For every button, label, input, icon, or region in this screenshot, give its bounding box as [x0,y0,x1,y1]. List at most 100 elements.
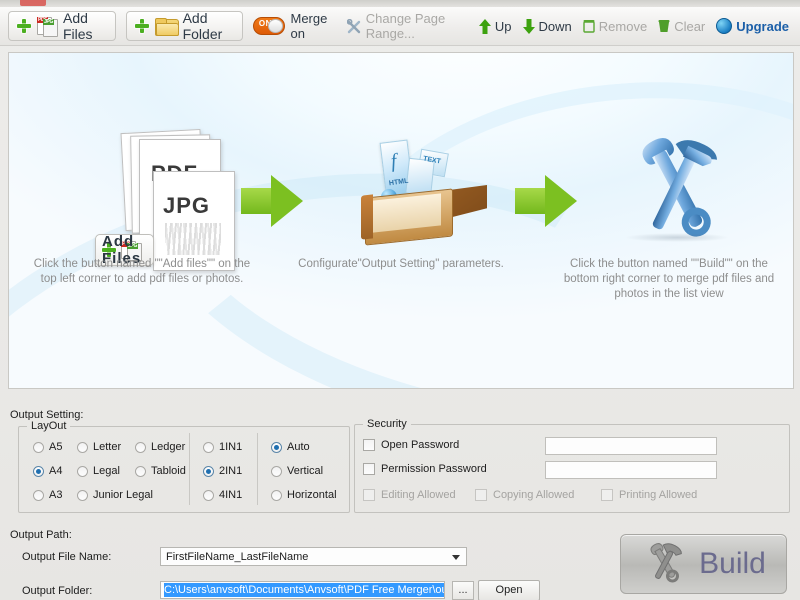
radio-indicator [135,465,146,477]
clear-label: Clear [674,18,706,34]
pdf-jpg-stack-illustration: PDF JPG PDFJPG Add Files [95,128,237,271]
radio-page-size-junior-legal[interactable]: Junior Legal [77,489,153,501]
open-password-input[interactable] [545,437,717,455]
layout-legend: LayOut [27,420,71,432]
plus-icon [17,19,31,33]
radio-page-size-ledger[interactable]: Ledger [135,441,185,453]
upgrade-label: Upgrade [736,18,789,34]
checkbox-permission-password[interactable]: Permission Password [363,463,487,475]
green-arrow-icon [241,175,303,227]
jpg-label: JPG [163,193,211,218]
radio-page-size-legal[interactable]: Legal [77,465,120,477]
radio-label: Ledger [151,441,186,453]
toggle-knob [268,19,284,33]
radio-indicator [33,465,44,477]
open-book-illustration: f TEXT HTML [361,137,491,257]
radio-label: 4IN1 [219,489,243,501]
radio-label: Legal [93,465,120,477]
layout-group: LayOut A5 Letter Ledger A4 Legal Tabloid [18,420,350,513]
add-folder-label: Add Folder [182,10,223,42]
radio-label: 1IN1 [219,441,243,453]
add-files-button[interactable]: PDF JPG Add Files [8,10,116,42]
radio-page-size-a4[interactable]: A4 [33,465,62,477]
move-up-label: Up [494,18,512,34]
trash-icon [658,19,670,33]
radio-indicator [271,465,282,477]
checkbox-indicator [601,489,613,501]
radio-label: Tabloid [151,465,186,477]
tools-illustration [617,131,737,251]
radio-indicator [203,441,214,453]
open-folder-button[interactable]: Open [478,580,540,600]
checkbox-label: Permission Password [381,463,487,475]
pdf-merger-window: PDF JPG Add Files Add Folder ON Merge on [0,0,800,600]
toolbar: PDF JPG Add Files Add Folder ON Merge on [0,7,800,46]
trash-icon [583,19,595,33]
checkbox-printing-allowed[interactable]: Printing Allowed [601,489,697,501]
add-files-label: Add Files [63,10,93,42]
radio-page-size-tabloid[interactable]: Tabloid [135,465,186,477]
radio-indicator [203,489,214,501]
radio-indicator [77,465,88,477]
clear-button[interactable]: Clear [658,19,705,34]
radio-orientation-horizontal[interactable]: Horizontal [271,489,337,501]
radio-indicator [33,441,44,453]
output-folder-input[interactable]: C:\Users\anvsoft\Documents\Anvsoft\PDF F… [160,581,445,599]
green-arrow-icon [515,175,577,227]
radio-page-size-a3[interactable]: A3 [33,489,62,501]
remove-label: Remove [598,18,648,34]
checkbox-label: Editing Allowed [381,489,456,501]
arrow-up-icon [478,18,491,34]
output-file-name-combo[interactable]: FirstFileName_LastFileName [160,547,467,566]
window-tab-fragment [20,0,46,6]
checkbox-label: Copying Allowed [493,489,575,501]
checkbox-label: Printing Allowed [619,489,698,501]
radio-page-size-letter[interactable]: Letter [77,441,121,453]
chevron-down-icon[interactable] [452,555,460,560]
move-up-button[interactable]: Up [478,18,512,34]
radio-indicator [135,441,146,453]
build-button[interactable]: Build [620,534,787,594]
move-down-button[interactable]: Down [522,18,572,34]
merge-toggle[interactable]: ON [252,17,286,35]
radio-nup-1in1[interactable]: 1IN1 [203,441,242,453]
checkbox-indicator [363,439,375,451]
radio-indicator [77,441,88,453]
radio-nup-4in1[interactable]: 4IN1 [203,489,242,501]
onboarding-steps: PDF JPG PDFJPG Add Files f [9,53,793,388]
radio-label: A5 [49,441,63,453]
radio-label: A3 [49,489,63,501]
add-folder-button[interactable]: Add Folder [125,10,243,42]
upgrade-button[interactable]: Upgrade [716,18,789,34]
browse-folder-button[interactable]: ... [452,581,474,600]
radio-label: Horizontal [287,489,337,501]
merge-label: Merge on [290,11,328,41]
group-divider [257,433,258,505]
merge-toggle-group[interactable]: ON Merge on [252,11,335,41]
plus-icon [134,19,149,33]
output-path-title: Output Path: [10,529,72,541]
build-label: Build [699,547,766,580]
radio-indicator [203,465,214,477]
arrow-down-icon [522,18,535,34]
radio-label: 2IN1 [219,465,243,477]
checkbox-open-password[interactable]: Open Password [363,439,459,451]
output-file-name-value: FirstFileName_LastFileName [166,550,309,563]
globe-icon [716,18,733,34]
group-divider [189,433,190,505]
permission-password-input[interactable] [545,461,717,479]
checkbox-copying-allowed[interactable]: Copying Allowed [475,489,574,501]
radio-label: A4 [49,465,63,477]
change-page-range-button[interactable]: Change Page Range... [346,11,468,41]
checkbox-editing-allowed[interactable]: Editing Allowed [363,489,456,501]
ground-shadow [625,233,729,242]
radio-indicator [77,489,88,501]
remove-button[interactable]: Remove [583,19,647,34]
radio-nup-2in1[interactable]: 2IN1 [203,465,242,477]
file-list-empty-stage[interactable]: PDF JPG PDFJPG Add Files f [8,52,794,389]
radio-page-size-a5[interactable]: A5 [33,441,62,453]
radio-orientation-auto[interactable]: Auto [271,441,310,453]
radio-orientation-vertical[interactable]: Vertical [271,465,323,477]
radio-label: Auto [287,441,310,453]
checkbox-indicator [363,463,375,475]
